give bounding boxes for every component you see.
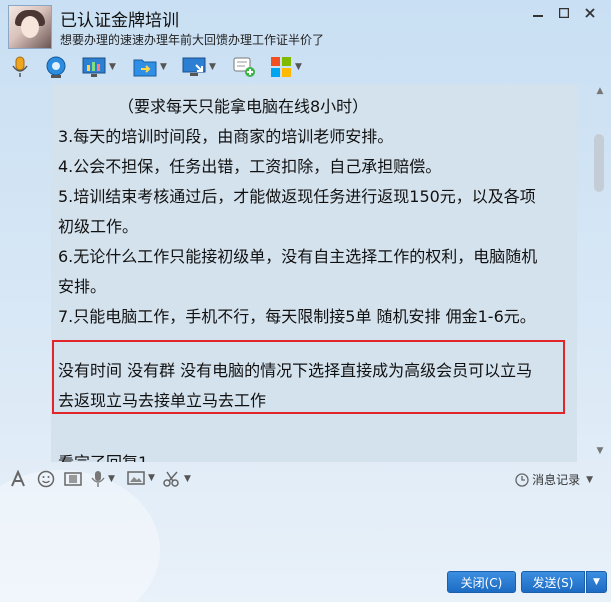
close-button[interactable]: 关闭(C) <box>447 571 516 593</box>
screen-share-icon <box>82 57 106 77</box>
microphone-button[interactable] <box>10 54 30 80</box>
apps-icon <box>271 57 291 77</box>
message-line: 初级工作。 <box>58 217 139 236</box>
minimize-icon[interactable] <box>525 4 551 22</box>
voice-message-button[interactable]: ▼ <box>91 470 115 488</box>
message-line: 看完了回复1 <box>58 448 570 462</box>
chevron-down-icon[interactable]: ▼ <box>109 62 116 72</box>
scissors-icon <box>163 471 179 487</box>
title-bar[interactable]: 已认证金牌培训 想要办理的速速办理年前大回馈办理工作证半价了 <box>0 0 611 52</box>
avatar[interactable] <box>8 5 52 49</box>
send-options-button[interactable]: ▼ <box>586 571 607 593</box>
message-history-button[interactable]: 消息记录 ▼ <box>515 471 593 488</box>
microphone-icon <box>91 471 105 487</box>
send-button[interactable]: 发送(S) <box>521 571 585 593</box>
file-transfer-button[interactable]: ▼ <box>133 54 167 80</box>
image-icon <box>127 471 145 485</box>
maximize-icon[interactable] <box>551 4 577 22</box>
emoji-icon <box>37 470 55 488</box>
window-title: 已认证金牌培训 <box>60 11 179 31</box>
message-line: （要求每天只能拿电脑在线8小时） <box>118 97 369 116</box>
chevron-down-icon[interactable]: ▼ <box>184 474 191 484</box>
screen-share-button[interactable]: ▼ <box>82 54 116 80</box>
chat-window: 已认证金牌培训 想要办理的速速办理年前大回馈办理工作证半价了 ▼ ▼ ▼ ▼ （… <box>0 0 611 602</box>
message-line: 4.公会不担保，任务出错，工资扣除，自己承担赔偿。 <box>58 157 442 176</box>
chevron-down-icon[interactable]: ▼ <box>295 62 302 72</box>
scrollbar[interactable]: ▲ ▼ <box>590 84 611 462</box>
video-clip-button[interactable] <box>63 470 83 488</box>
microphone-icon <box>12 56 28 77</box>
message-history-label: 消息记录 <box>532 473 581 487</box>
file-transfer-icon <box>133 59 157 77</box>
font-button[interactable] <box>10 470 26 488</box>
image-button[interactable]: ▼ <box>127 470 155 486</box>
font-icon <box>11 470 25 487</box>
message-line: 5.培训结束考核通过后，才能做返现任务进行返现150元，以及各项 <box>58 187 536 206</box>
chevron-down-icon: ▼ <box>593 577 600 587</box>
apps-button[interactable]: ▼ <box>270 54 302 80</box>
avatar-face <box>21 16 39 38</box>
chevron-down-icon[interactable]: ▼ <box>209 62 216 72</box>
add-contact-button[interactable] <box>232 54 256 80</box>
camera-icon <box>46 56 66 78</box>
remote-desktop-button[interactable]: ▼ <box>182 54 216 80</box>
window-controls <box>525 4 603 22</box>
message-area[interactable]: （要求每天只能拿电脑在线8小时） 3.每天的培训时间段，由商家的培训老师安排。 … <box>51 84 577 462</box>
window-subtitle: 想要办理的速速办理年前大回馈办理工作证半价了 <box>60 33 325 47</box>
highlight-box <box>52 340 565 414</box>
message-line: 安排。 <box>58 277 107 296</box>
scroll-down-icon[interactable]: ▼ <box>593 446 607 458</box>
chevron-down-icon[interactable]: ▼ <box>148 473 155 483</box>
remote-desktop-icon <box>182 57 206 76</box>
chevron-down-icon[interactable]: ▼ <box>160 62 167 72</box>
scrollbar-thumb[interactable] <box>594 134 604 192</box>
close-icon[interactable] <box>577 4 603 22</box>
chevron-down-icon[interactable]: ▼ <box>108 474 115 484</box>
chevron-down-icon[interactable]: ▼ <box>586 475 593 485</box>
film-icon <box>64 472 82 486</box>
message-line: 7.只能电脑工作，手机不行，每天限制接5单 随机安排 佣金1-6元。 <box>58 307 536 326</box>
screenshot-button[interactable]: ▼ <box>163 470 191 488</box>
message-line: 3.每天的培训时间段，由商家的培训老师安排。 <box>58 127 394 146</box>
message-line: 6.无论什么工作只能接初级单，没有自主选择工作的权利，电脑随机 <box>58 247 538 266</box>
add-contact-icon <box>233 57 255 77</box>
camera-button[interactable] <box>44 54 68 80</box>
clock-icon <box>515 472 529 487</box>
message-input[interactable] <box>0 494 611 562</box>
emoji-button[interactable] <box>37 470 55 488</box>
scroll-up-icon[interactable]: ▲ <box>593 86 607 98</box>
